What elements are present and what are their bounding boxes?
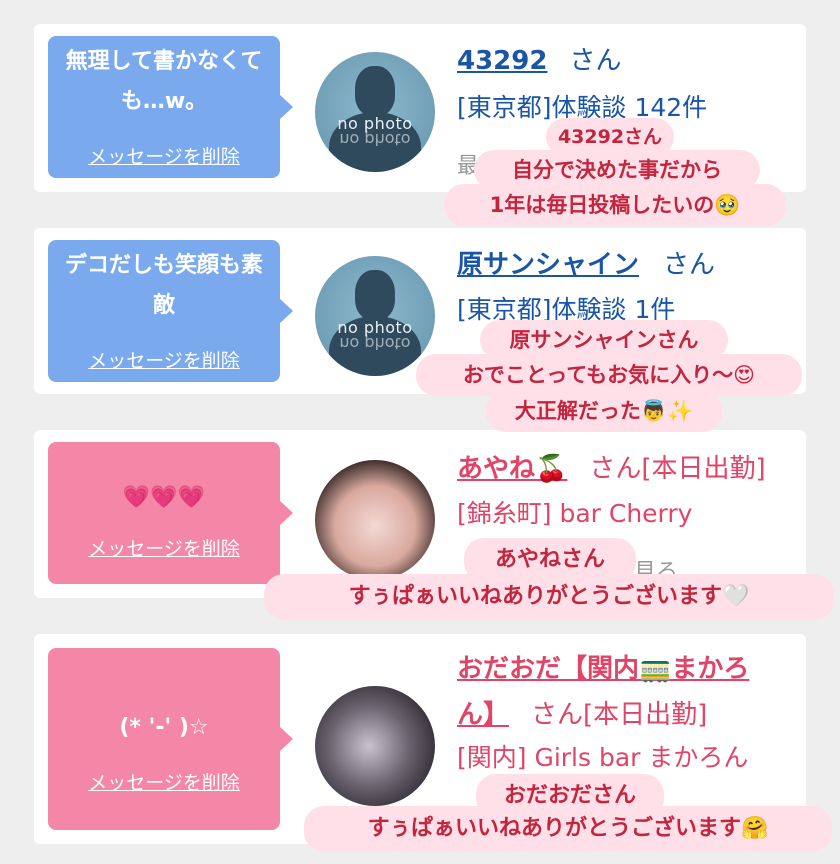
overlay-caption: すぅぱぁいいねありがとうございます🤍 (266, 576, 832, 618)
overlay-caption: 1年は毎日投稿したいの🥹 (446, 186, 784, 224)
delete-message-link[interactable]: メッセージを削除 (48, 142, 280, 169)
message-bubble: 無理して書かなくても…w。 メッセージを削除 (48, 36, 293, 178)
user-info: [関内] Girls bar まかろん (457, 743, 749, 772)
message-text: 💗💗💗 (122, 485, 206, 510)
delete-message-link[interactable]: メッセージを削除 (48, 346, 280, 373)
silhouette-head (355, 270, 395, 320)
avatar[interactable]: no photo no photo (315, 256, 435, 376)
user-name-link[interactable]: あやね🍒 さん[本日出勤] (457, 448, 766, 485)
avatar[interactable]: no photo no photo (315, 52, 435, 172)
user-info: [錦糸町] bar Cherry (457, 499, 693, 528)
user-info: [東京都]体験談 1件 (457, 295, 676, 324)
overlay-caption: 43292さん (548, 120, 672, 154)
no-photo-reflection: no photo (339, 334, 411, 353)
avatar-photo[interactable] (315, 460, 435, 580)
user-name-link-line2[interactable]: ん】 さん[本日出勤] (457, 694, 707, 731)
name-suffix: さん[本日出勤] (531, 700, 708, 730)
overlay-caption: あやねさん (466, 540, 634, 580)
name-suffix: さん (663, 250, 716, 280)
delete-message-link[interactable]: メッセージを削除 (48, 768, 280, 795)
delete-message-link[interactable]: メッセージを削除 (48, 534, 280, 561)
message-bubble: (* '-' )☆ メッセージを削除 (48, 648, 293, 830)
name-suffix: さん[本日出勤] (589, 454, 766, 484)
name-suffix: さん (569, 46, 622, 76)
message-text: デコだしも笑顔も素敵 (64, 253, 263, 318)
no-photo-reflection: no photo (339, 130, 411, 149)
avatar-photo[interactable] (315, 686, 435, 806)
overlay-caption: 大正解だった👼✨ (488, 392, 720, 430)
user-name[interactable]: 原サンシャイン (457, 250, 639, 280)
faded-text: 最 (457, 154, 480, 179)
message-text: (* '-' )☆ (119, 715, 209, 740)
user-name-line2[interactable]: ん】 (457, 700, 509, 730)
overlay-caption: 自分で決めた事だから (476, 152, 758, 188)
user-name-link[interactable]: 原サンシャイン さん (457, 244, 715, 281)
user-name-link[interactable]: おだおだ【関内🚃まかろ (457, 648, 749, 685)
user-name-link[interactable]: 43292 さん (457, 40, 621, 77)
favorite-card: 💗💗💗 メッセージを削除 あやね🍒 さん[本日出勤] [錦糸町] bar Cher… (34, 430, 806, 598)
user-name[interactable]: あやね🍒 (457, 454, 567, 484)
message-bubble: デコだしも笑顔も素敵 メッセージを削除 (48, 240, 293, 382)
user-info: [東京都]体験談 142件 (457, 93, 708, 122)
message-bubble: 💗💗💗 メッセージを削除 (48, 442, 293, 584)
overlay-caption: すぅぱぁいいねありがとうございます🤗 (306, 808, 830, 850)
user-name-line1[interactable]: おだおだ【関内🚃まかろ (457, 654, 749, 684)
overlay-caption: 原サンシャインさん (482, 322, 726, 358)
user-name[interactable]: 43292 (457, 46, 547, 76)
silhouette-head (355, 66, 395, 116)
message-text: 無理して書かなくても…w。 (65, 49, 263, 114)
overlay-caption: おでことってもお気に入り〜😍 (418, 356, 800, 394)
